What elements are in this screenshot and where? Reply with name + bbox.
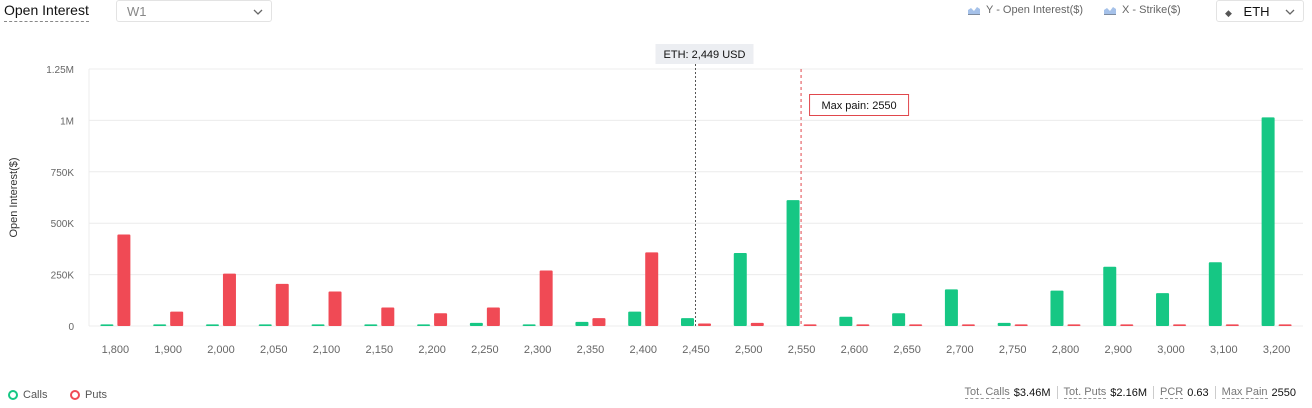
puts-bar: [698, 323, 711, 326]
y-tick-label: 500K: [51, 219, 75, 230]
x-tick-label: 2,800: [1052, 344, 1080, 356]
puts-bar: [328, 291, 342, 326]
calls-bar: [205, 324, 219, 326]
max-pain-label: Max pain: 2550: [821, 100, 896, 112]
stat-label: PCR: [1160, 386, 1184, 399]
x-tick-label: 2,450: [682, 344, 710, 356]
stat-total-calls: Tot. Calls $3.46M: [959, 386, 1057, 399]
x-tick-label: 3,200: [1263, 344, 1291, 356]
y-tick-label: 1.25M: [46, 65, 74, 76]
y-tick-label: 1M: [60, 116, 74, 127]
stat-label: Tot. Calls: [964, 386, 1010, 399]
calls-bar: [944, 289, 958, 326]
legend-calls[interactable]: Calls: [8, 389, 47, 401]
stat-value: 2550: [1271, 386, 1296, 399]
legend-calls-label: Calls: [23, 389, 48, 401]
puts-bar: [539, 270, 553, 326]
puts-bar: [1014, 324, 1028, 326]
calls-bar: [258, 324, 272, 326]
puts-bar: [170, 311, 184, 326]
stat-max-pain: Max Pain 2550: [1214, 386, 1302, 399]
puts-bar: [117, 234, 131, 326]
calls-bar: [153, 324, 167, 326]
puts-bar: [275, 283, 289, 326]
stat-total-puts: Tot. Puts $2.16M: [1056, 386, 1154, 399]
calls-bar: [575, 321, 589, 326]
calls-bar: [1261, 117, 1275, 326]
calls-bar: [1156, 293, 1170, 326]
calls-bar: [417, 324, 431, 326]
x-tick-label: 2,600: [841, 344, 869, 356]
calls-bar: [1050, 290, 1064, 326]
x-tick-label: 2,200: [418, 344, 446, 356]
y-tick-label: 750K: [51, 168, 75, 179]
calls-dot-icon: [8, 390, 18, 400]
summary-stats: Tot. Calls $3.46M Tot. Puts $2.16M PCR 0…: [959, 386, 1302, 399]
puts-bar: [1173, 324, 1187, 326]
x-tick-label: 3,100: [1210, 344, 1238, 356]
x-tick-label: 3,000: [1157, 344, 1185, 356]
stat-label: Max Pain: [1221, 386, 1268, 399]
x-tick-label: 1,900: [154, 344, 182, 356]
puts-bar: [1120, 324, 1134, 326]
calls-bar: [522, 324, 536, 326]
stat-value: $3.46M: [1013, 386, 1051, 399]
calls-bar: [1208, 262, 1222, 326]
x-tick-label: 2,500: [735, 344, 763, 356]
puts-bar: [645, 252, 659, 326]
calls-bar: [786, 200, 800, 326]
x-tick-label: 1,800: [102, 344, 130, 356]
x-tick-label: 2,700: [946, 344, 974, 356]
calls-bar: [469, 322, 483, 326]
y-tick-label: 0: [68, 322, 74, 333]
stat-value: 0.63: [1187, 386, 1209, 399]
puts-bar: [1067, 324, 1081, 326]
stat-value: $2.16M: [1110, 386, 1147, 399]
puts-bar: [909, 324, 923, 326]
calls-bar: [100, 324, 114, 326]
puts-bar: [381, 307, 395, 326]
x-tick-label: 2,350: [577, 344, 605, 356]
open-interest-chart: 0 250K 500K 750K 1M 1.25M Open Interest($) 1,80…: [8, 44, 1303, 356]
calls-bar: [681, 318, 694, 326]
x-tick-label: 2,250: [471, 344, 499, 356]
spot-price-label: ETH: 2,449 USD: [664, 49, 746, 61]
puts-bar: [1278, 324, 1292, 326]
puts-bar: [434, 313, 448, 326]
x-tick-label: 2,750: [999, 344, 1027, 356]
stat-pcr: PCR 0.63: [1153, 386, 1215, 399]
calls-bar: [1103, 266, 1117, 326]
calls-bar: [628, 311, 642, 326]
y-axis-label: Open Interest($): [8, 157, 20, 237]
puts-bar: [750, 322, 764, 326]
x-tick-label: 2,300: [524, 344, 552, 356]
y-tick-label: 250K: [51, 271, 75, 282]
puts-dot-icon: [70, 390, 80, 400]
puts-bar: [592, 318, 606, 326]
calls-bar: [364, 324, 378, 326]
x-tick-label: 2,900: [1104, 344, 1132, 356]
x-tick-label: 2,100: [313, 344, 341, 356]
calls-bar: [733, 253, 747, 326]
puts-bar: [856, 324, 870, 326]
puts-bar: [961, 324, 975, 326]
puts-bar: [486, 307, 500, 326]
puts-bar: [222, 273, 236, 326]
x-tick-label: 2,000: [207, 344, 235, 356]
puts-bar: [803, 324, 817, 326]
legend-puts-label: Puts: [85, 389, 108, 401]
x-tick-label: 2,150: [366, 344, 394, 356]
calls-bar: [997, 322, 1011, 326]
x-tick-label: 2,400: [629, 344, 657, 356]
x-tick-label: 2,550: [788, 344, 816, 356]
puts-bar: [1225, 324, 1239, 326]
x-tick-label: 2,050: [260, 344, 288, 356]
x-tick-label: 2,650: [893, 344, 921, 356]
calls-bar: [311, 324, 325, 326]
legend-puts[interactable]: Puts: [70, 389, 107, 401]
calls-bar: [892, 313, 906, 326]
stat-label: Tot. Puts: [1063, 386, 1107, 399]
calls-bar: [839, 316, 853, 326]
